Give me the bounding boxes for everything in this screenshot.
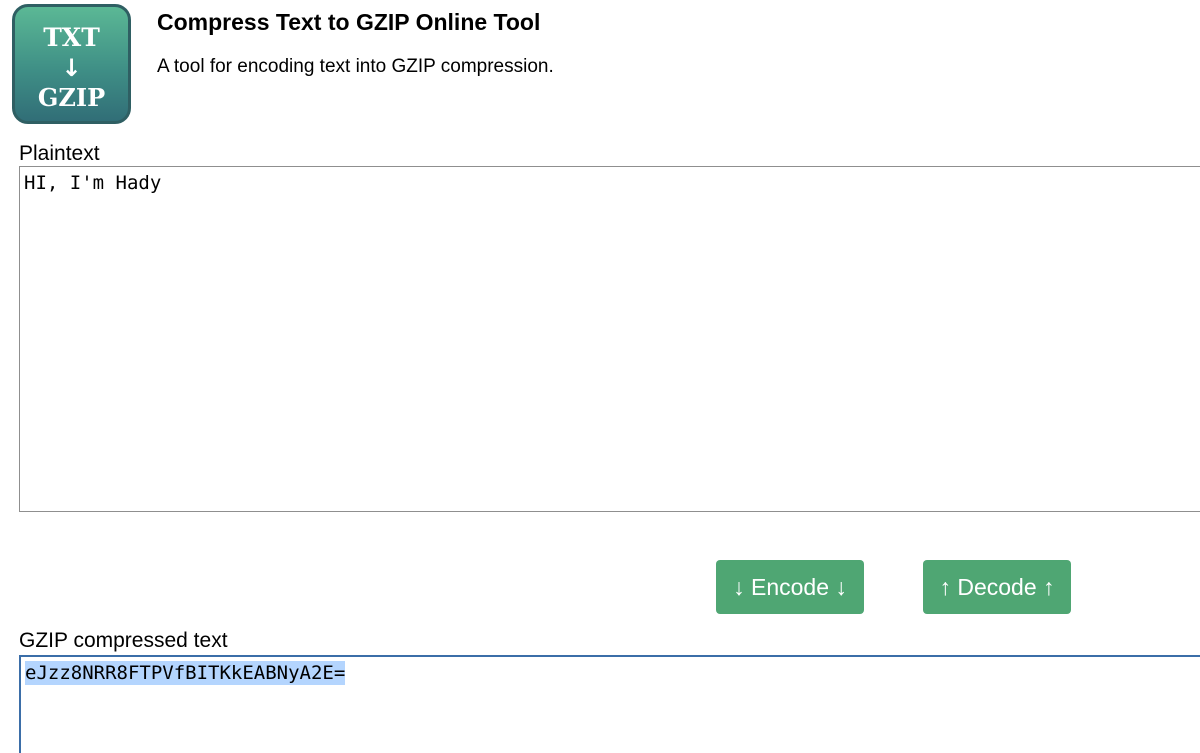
decode-button[interactable]: ↑ Decode ↑ — [923, 560, 1071, 614]
tool-page: TXT ↓ GZIP Compress Text to GZIP Online … — [0, 0, 1200, 753]
page-subtitle: A tool for encoding text into GZIP compr… — [157, 56, 554, 77]
logo-arrow-down-icon: ↓ — [61, 54, 82, 82]
logo-gzip-text: GZIP — [37, 83, 106, 112]
gzip-output-textarea[interactable]: eJzz8NRR8FTPVfBITKkEABNyA2E= — [19, 655, 1200, 753]
plaintext-label: Plaintext — [19, 142, 100, 165]
gzip-output-label: GZIP compressed text — [19, 629, 228, 652]
plaintext-input[interactable]: HI, I'm Hady — [19, 166, 1200, 512]
encode-button[interactable]: ↓ Encode ↓ — [716, 560, 864, 614]
logo-txt-text: TXT — [43, 23, 100, 52]
page-title: Compress Text to GZIP Online Tool — [157, 9, 541, 35]
txt-to-gzip-logo: TXT ↓ GZIP — [12, 4, 131, 124]
